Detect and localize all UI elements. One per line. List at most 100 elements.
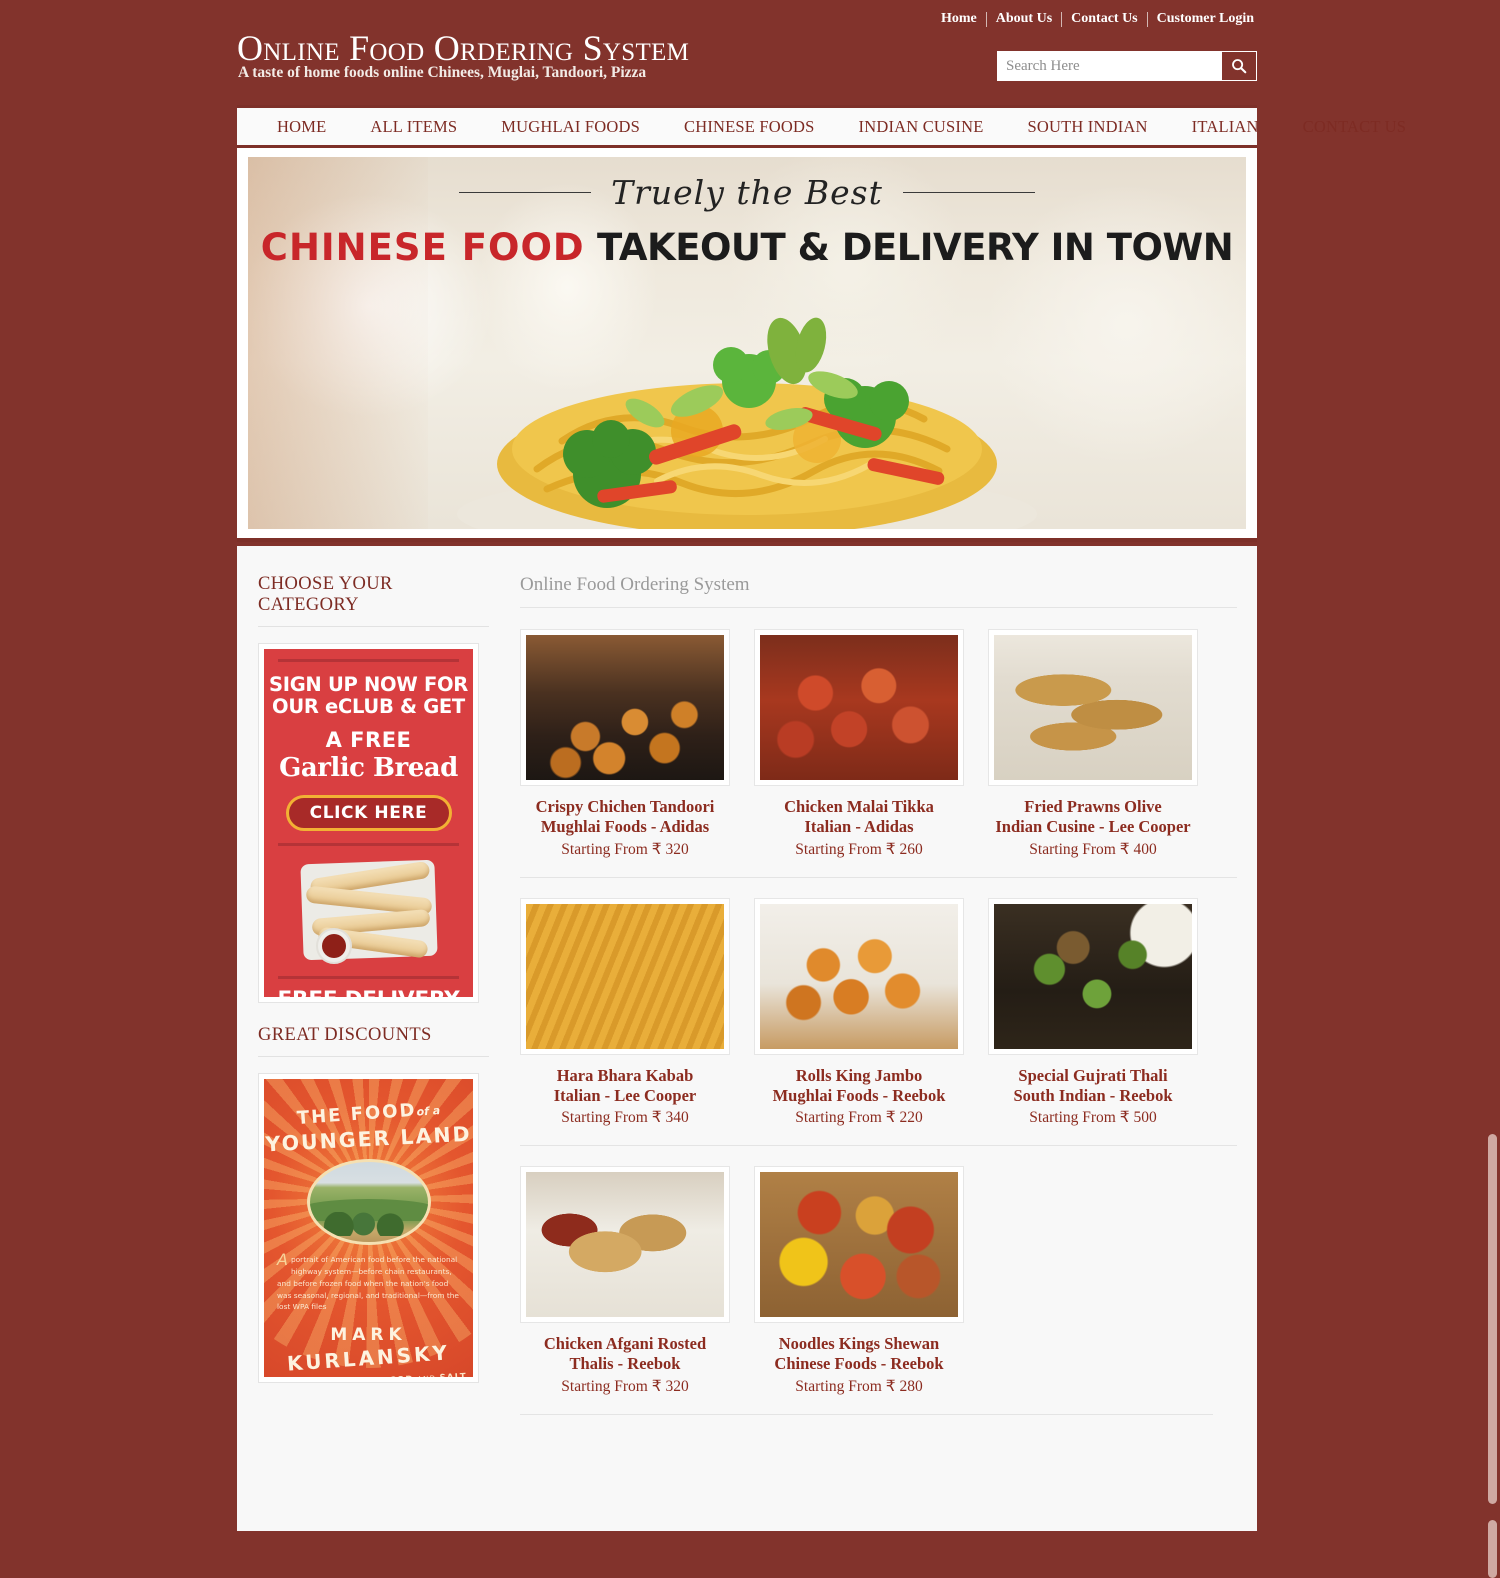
banner-text-block: Truely the Best CHINESE FOOD TAKEOUT & D… (248, 173, 1246, 269)
product-image (994, 903, 1192, 1049)
product-card-placeholder (988, 1166, 1198, 1396)
nav-item-chinese-foods[interactable]: CHINESE FOODS (662, 117, 837, 137)
search-input[interactable] (998, 52, 1222, 80)
banner-headline: CHINESE FOOD TAKEOUT & DELIVERY IN TOWN (248, 226, 1246, 269)
product-card[interactable]: Rolls King Jambo Mughlai Foods - Reebok … (754, 897, 964, 1128)
nav-item-all-items[interactable]: ALL ITEMS (348, 117, 479, 137)
product-title: Crispy Chichen Tandoori Mughlai Foods - … (520, 797, 730, 838)
promo-line-2: OUR eCLUB & GET (272, 694, 465, 718)
top-link-home[interactable]: Home (941, 11, 986, 27)
product-name: Special Gujrati Thali (1018, 1065, 1168, 1085)
product-category: Chinese Foods - Reebok (774, 1354, 944, 1374)
page-scrollbar[interactable] (1486, 0, 1497, 1578)
product-title: Fried Prawns Olive Indian Cusine - Lee C… (988, 797, 1198, 838)
nav-item-indian-cusine[interactable]: INDIAN CUSINE (837, 117, 1006, 137)
book-footer-salt: SALT (439, 1372, 467, 1377)
divider (258, 626, 489, 627)
search-button[interactable] (1222, 52, 1256, 80)
product-image-frame (988, 897, 1198, 1055)
product-category: Mughlai Foods - Reebok (772, 1085, 946, 1105)
product-name: Chicken Afgani Rosted (543, 1334, 707, 1354)
product-card[interactable]: Noodles Kings Shewan Chinese Foods - Ree… (754, 1166, 964, 1396)
book-cover-the-food-of-a-younger-land[interactable]: THE FOODof a YOUNGER LAND A portrait of … (264, 1079, 473, 1377)
divider (258, 1056, 489, 1057)
top-link-customer-login[interactable]: Customer Login (1148, 11, 1254, 27)
product-category: South Indian - Reebok (1013, 1085, 1173, 1105)
product-price: Starting From ₹ 340 (561, 1109, 689, 1127)
product-image-frame (520, 897, 730, 1055)
garlic-bread-image (294, 856, 444, 966)
promo-click-here-button[interactable]: CLICK HERE (285, 794, 452, 831)
book-footer-cod: COD (389, 1375, 414, 1377)
product-image-frame (754, 1166, 964, 1324)
product-title: Chicken Afgani Rosted Thalis - Reebok (520, 1334, 730, 1375)
top-utility-links: Home About Us Contact Us Customer Login (941, 11, 1254, 27)
banner-script-line: Truely the Best (248, 173, 1246, 212)
product-name: Rolls King Jambo (795, 1065, 923, 1085)
main-column: Online Food Ordering System Crispy Chich… (489, 574, 1237, 1531)
product-price: Starting From ₹ 500 (1029, 1109, 1157, 1127)
sidebar-discounts-heading: GREAT DISCOUNTS (258, 1025, 432, 1045)
product-category: Mughlai Foods - Adidas (540, 817, 710, 837)
page-title: Online Food Ordering System (237, 28, 690, 68)
product-row-3: Chicken Afgani Rosted Thalis - Reebok St… (520, 1166, 1237, 1396)
product-title: Rolls King Jambo Mughlai Foods - Reebok (754, 1066, 964, 1107)
product-image (526, 903, 724, 1049)
book-blurb-dropcap: A (277, 1250, 288, 1269)
banner-script-text: Truely the Best (611, 173, 883, 212)
nav-item-home[interactable]: HOME (255, 117, 348, 137)
product-card[interactable]: Chicken Afgani Rosted Thalis - Reebok St… (520, 1166, 730, 1396)
divider (520, 607, 1237, 608)
product-image (760, 1172, 958, 1318)
product-image-frame (520, 1166, 730, 1324)
promo-footer-text: FREE DELIVERY (264, 987, 473, 997)
product-category: Italian - Adidas (804, 817, 914, 837)
site-tagline: A taste of home foods online Chinees, Mu… (238, 64, 647, 81)
book-footer-mid: AND (414, 1374, 440, 1377)
scrollbar-thumb[interactable] (1488, 1134, 1497, 1504)
promo-ad-frame: SIGN UP NOW FOR OUR eCLUB & GET A FREE G… (258, 643, 479, 1003)
search-bar (997, 51, 1257, 81)
banner-rule-left (459, 192, 592, 193)
product-card[interactable]: Chicken Malai Tikka Italian - Adidas Sta… (754, 629, 964, 859)
nav-item-italian[interactable]: ITALIAN (1170, 117, 1281, 137)
top-link-contact-us[interactable]: Contact Us (1062, 11, 1147, 27)
scrollbar-thumb-secondary[interactable] (1488, 1520, 1497, 1578)
banner-rule-right (902, 192, 1035, 193)
banner-headline-red: CHINESE FOOD (260, 226, 585, 269)
product-card[interactable]: Special Gujrati Thali South Indian - Ree… (988, 897, 1198, 1128)
product-image-frame (754, 629, 964, 786)
product-card[interactable]: Fried Prawns Olive Indian Cusine - Lee C… (988, 629, 1198, 859)
site-header: Online Food Ordering System A taste of h… (237, 0, 1257, 105)
product-title: Special Gujrati Thali South Indian - Ree… (988, 1066, 1198, 1107)
product-price: Starting From ₹ 320 (561, 1377, 689, 1395)
book-blurb-text: portrait of American food before the nat… (277, 1255, 459, 1312)
hero-banner[interactable]: Truely the Best CHINESE FOOD TAKEOUT & D… (248, 157, 1246, 529)
product-card[interactable]: Crispy Chichen Tandoori Mughlai Foods - … (520, 629, 730, 859)
product-price: Starting From ₹ 280 (795, 1377, 923, 1395)
product-card[interactable]: Hara Bhara Kabab Italian - Lee Cooper St… (520, 897, 730, 1128)
nav-item-south-indian[interactable]: SOUTH INDIAN (1005, 117, 1169, 137)
top-link-about-us[interactable]: About Us (987, 11, 1061, 27)
nav-item-mughlai-foods[interactable]: MUGHLAI FOODS (479, 117, 662, 137)
product-row-1: Crispy Chichen Tandoori Mughlai Foods - … (520, 629, 1237, 859)
product-price: Starting From ₹ 400 (1029, 840, 1157, 858)
book-landscape-illustration (306, 1159, 431, 1245)
search-icon (1231, 58, 1247, 74)
product-title: Hara Bhara Kabab Italian - Lee Cooper (520, 1066, 730, 1107)
product-title: Chicken Malai Tikka Italian - Adidas (754, 797, 964, 838)
product-image (760, 635, 958, 780)
nav-item-contact-us[interactable]: CONTACT US (1281, 117, 1429, 137)
product-category: Indian Cusine - Lee Cooper (995, 817, 1191, 837)
product-title: Noodles Kings Shewan Chinese Foods - Ree… (754, 1334, 964, 1375)
product-price: Starting From ₹ 320 (561, 840, 689, 858)
divider (278, 975, 459, 979)
product-image (526, 635, 724, 780)
main-navigation: HOME ALL ITEMS MUGHLAI FOODS CHINESE FOO… (237, 105, 1406, 148)
discount-book-frame: THE FOODof a YOUNGER LAND A portrait of … (258, 1073, 479, 1383)
product-name: Fried Prawns Olive (1024, 797, 1162, 816)
product-image-frame (520, 629, 730, 786)
divider (520, 1145, 1237, 1147)
product-name: Noodles Kings Shewan (778, 1334, 940, 1354)
promo-ad-garlic-bread[interactable]: SIGN UP NOW FOR OUR eCLUB & GET A FREE G… (264, 649, 473, 997)
